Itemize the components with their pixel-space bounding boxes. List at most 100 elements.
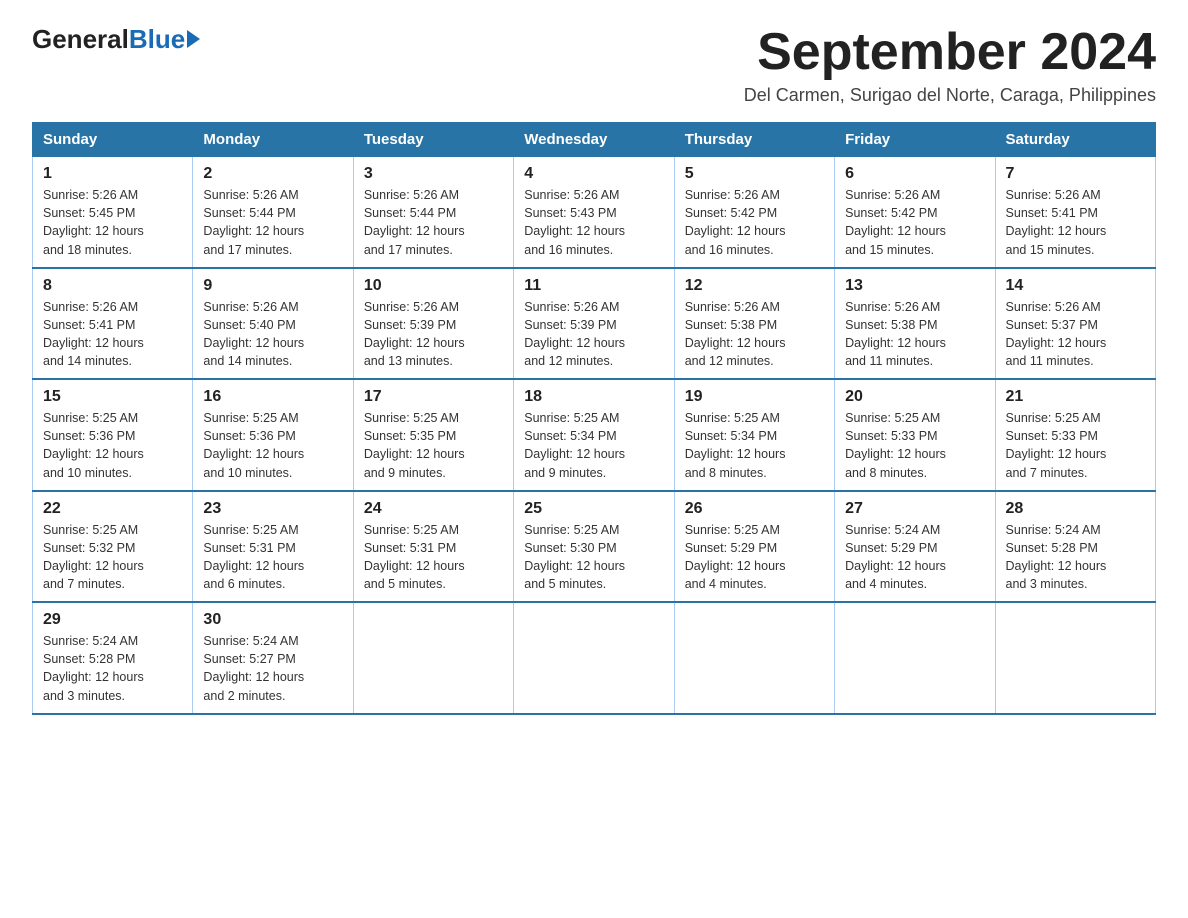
logo-blue-part: Blue <box>129 24 200 55</box>
title-area: September 2024 Del Carmen, Surigao del N… <box>744 24 1156 106</box>
day-info: Sunrise: 5:25 AMSunset: 5:33 PMDaylight:… <box>845 409 984 482</box>
day-number: 27 <box>845 500 984 518</box>
day-cell <box>995 602 1155 714</box>
day-info: Sunrise: 5:24 AMSunset: 5:28 PMDaylight:… <box>1006 521 1145 594</box>
day-info: Sunrise: 5:24 AMSunset: 5:28 PMDaylight:… <box>43 632 182 705</box>
logo-general-text: General <box>32 24 129 55</box>
day-info: Sunrise: 5:25 AMSunset: 5:36 PMDaylight:… <box>203 409 342 482</box>
day-number: 28 <box>1006 500 1145 518</box>
week-row-3: 15 Sunrise: 5:25 AMSunset: 5:36 PMDayligh… <box>33 379 1156 491</box>
day-info: Sunrise: 5:26 AMSunset: 5:41 PMDaylight:… <box>1006 186 1145 259</box>
day-info: Sunrise: 5:26 AMSunset: 5:37 PMDaylight:… <box>1006 298 1145 371</box>
calendar-table: SundayMondayTuesdayWednesdayThursdayFrid… <box>32 122 1156 715</box>
day-info: Sunrise: 5:25 AMSunset: 5:34 PMDaylight:… <box>524 409 663 482</box>
day-number: 25 <box>524 500 663 518</box>
header-saturday: Saturday <box>995 123 1155 157</box>
day-number: 7 <box>1006 165 1145 183</box>
header-monday: Monday <box>193 123 353 157</box>
day-info: Sunrise: 5:25 AMSunset: 5:32 PMDaylight:… <box>43 521 182 594</box>
day-number: 5 <box>685 165 824 183</box>
day-cell: 20 Sunrise: 5:25 AMSunset: 5:33 PMDayligh… <box>835 379 995 491</box>
day-cell: 22 Sunrise: 5:25 AMSunset: 5:32 PMDayligh… <box>33 491 193 603</box>
day-info: Sunrise: 5:24 AMSunset: 5:27 PMDaylight:… <box>203 632 342 705</box>
day-number: 16 <box>203 388 342 406</box>
day-cell: 15 Sunrise: 5:25 AMSunset: 5:36 PMDayligh… <box>33 379 193 491</box>
header-row: SundayMondayTuesdayWednesdayThursdayFrid… <box>33 123 1156 157</box>
day-cell: 9Sunrise: 5:26 AMSunset: 5:40 PMDaylight… <box>193 268 353 380</box>
day-cell: 11 Sunrise: 5:26 AMSunset: 5:39 PMDayligh… <box>514 268 674 380</box>
day-info: Sunrise: 5:26 AMSunset: 5:39 PMDaylight:… <box>364 298 503 371</box>
day-number: 18 <box>524 388 663 406</box>
day-cell: 18 Sunrise: 5:25 AMSunset: 5:34 PMDayligh… <box>514 379 674 491</box>
day-cell: 3 Sunrise: 5:26 AMSunset: 5:44 PMDaylight… <box>353 157 513 268</box>
day-info: Sunrise: 5:26 AMSunset: 5:39 PMDaylight:… <box>524 298 663 371</box>
day-cell: 16 Sunrise: 5:25 AMSunset: 5:36 PMDayligh… <box>193 379 353 491</box>
day-cell: 28 Sunrise: 5:24 AMSunset: 5:28 PMDayligh… <box>995 491 1155 603</box>
day-info: Sunrise: 5:26 AMSunset: 5:41 PMDaylight:… <box>43 298 182 371</box>
day-number: 4 <box>524 165 663 183</box>
day-number: 6 <box>845 165 984 183</box>
day-number: 30 <box>203 611 342 629</box>
day-number: 24 <box>364 500 503 518</box>
day-number: 19 <box>685 388 824 406</box>
header-sunday: Sunday <box>33 123 193 157</box>
day-info: Sunrise: 5:24 AMSunset: 5:29 PMDaylight:… <box>845 521 984 594</box>
day-number: 10 <box>364 277 503 295</box>
day-number: 9 <box>203 277 342 295</box>
header-friday: Friday <box>835 123 995 157</box>
day-info: Sunrise: 5:25 AMSunset: 5:29 PMDaylight:… <box>685 521 824 594</box>
day-cell: 29 Sunrise: 5:24 AMSunset: 5:28 PMDayligh… <box>33 602 193 714</box>
day-info: Sunrise: 5:25 AMSunset: 5:30 PMDaylight:… <box>524 521 663 594</box>
header-tuesday: Tuesday <box>353 123 513 157</box>
day-number: 11 <box>524 277 663 295</box>
day-cell: 17Sunrise: 5:25 AMSunset: 5:35 PMDayligh… <box>353 379 513 491</box>
header-thursday: Thursday <box>674 123 834 157</box>
header-wednesday: Wednesday <box>514 123 674 157</box>
logo-triangle-icon <box>187 30 200 48</box>
day-number: 13 <box>845 277 984 295</box>
day-cell <box>514 602 674 714</box>
day-info: Sunrise: 5:25 AMSunset: 5:35 PMDaylight:… <box>364 409 503 482</box>
day-cell <box>835 602 995 714</box>
day-cell: 13 Sunrise: 5:26 AMSunset: 5:38 PMDayligh… <box>835 268 995 380</box>
day-info: Sunrise: 5:25 AMSunset: 5:31 PMDaylight:… <box>203 521 342 594</box>
day-info: Sunrise: 5:25 AMSunset: 5:31 PMDaylight:… <box>364 521 503 594</box>
day-number: 15 <box>43 388 182 406</box>
day-cell: 14 Sunrise: 5:26 AMSunset: 5:37 PMDayligh… <box>995 268 1155 380</box>
week-row-1: 1Sunrise: 5:26 AMSunset: 5:45 PMDaylight… <box>33 157 1156 268</box>
day-cell: 25 Sunrise: 5:25 AMSunset: 5:30 PMDayligh… <box>514 491 674 603</box>
day-number: 12 <box>685 277 824 295</box>
day-info: Sunrise: 5:25 AMSunset: 5:36 PMDaylight:… <box>43 409 182 482</box>
day-number: 8 <box>43 277 182 295</box>
day-cell: 27 Sunrise: 5:24 AMSunset: 5:29 PMDayligh… <box>835 491 995 603</box>
day-number: 23 <box>203 500 342 518</box>
day-cell <box>353 602 513 714</box>
day-cell: 10 Sunrise: 5:26 AMSunset: 5:39 PMDayligh… <box>353 268 513 380</box>
day-number: 1 <box>43 165 182 183</box>
day-cell: 19 Sunrise: 5:25 AMSunset: 5:34 PMDayligh… <box>674 379 834 491</box>
day-info: Sunrise: 5:25 AMSunset: 5:34 PMDaylight:… <box>685 409 824 482</box>
day-number: 2 <box>203 165 342 183</box>
day-number: 3 <box>364 165 503 183</box>
day-info: Sunrise: 5:26 AMSunset: 5:42 PMDaylight:… <box>845 186 984 259</box>
day-number: 14 <box>1006 277 1145 295</box>
day-number: 22 <box>43 500 182 518</box>
page-header: General Blue September 2024 Del Carmen, … <box>32 24 1156 106</box>
day-cell: 1Sunrise: 5:26 AMSunset: 5:45 PMDaylight… <box>33 157 193 268</box>
day-info: Sunrise: 5:26 AMSunset: 5:44 PMDaylight:… <box>364 186 503 259</box>
day-info: Sunrise: 5:25 AMSunset: 5:33 PMDaylight:… <box>1006 409 1145 482</box>
logo: General Blue <box>32 24 200 55</box>
day-cell <box>674 602 834 714</box>
day-cell: 24 Sunrise: 5:25 AMSunset: 5:31 PMDayligh… <box>353 491 513 603</box>
day-cell: 26Sunrise: 5:25 AMSunset: 5:29 PMDayligh… <box>674 491 834 603</box>
day-info: Sunrise: 5:26 AMSunset: 5:38 PMDaylight:… <box>845 298 984 371</box>
week-row-4: 22 Sunrise: 5:25 AMSunset: 5:32 PMDayligh… <box>33 491 1156 603</box>
day-number: 21 <box>1006 388 1145 406</box>
day-cell: 2 Sunrise: 5:26 AMSunset: 5:44 PMDaylight… <box>193 157 353 268</box>
day-info: Sunrise: 5:26 AMSunset: 5:44 PMDaylight:… <box>203 186 342 259</box>
day-info: Sunrise: 5:26 AMSunset: 5:38 PMDaylight:… <box>685 298 824 371</box>
location-subtitle: Del Carmen, Surigao del Norte, Caraga, P… <box>744 85 1156 106</box>
day-number: 20 <box>845 388 984 406</box>
day-number: 29 <box>43 611 182 629</box>
logo-blue-text: Blue <box>129 24 185 55</box>
